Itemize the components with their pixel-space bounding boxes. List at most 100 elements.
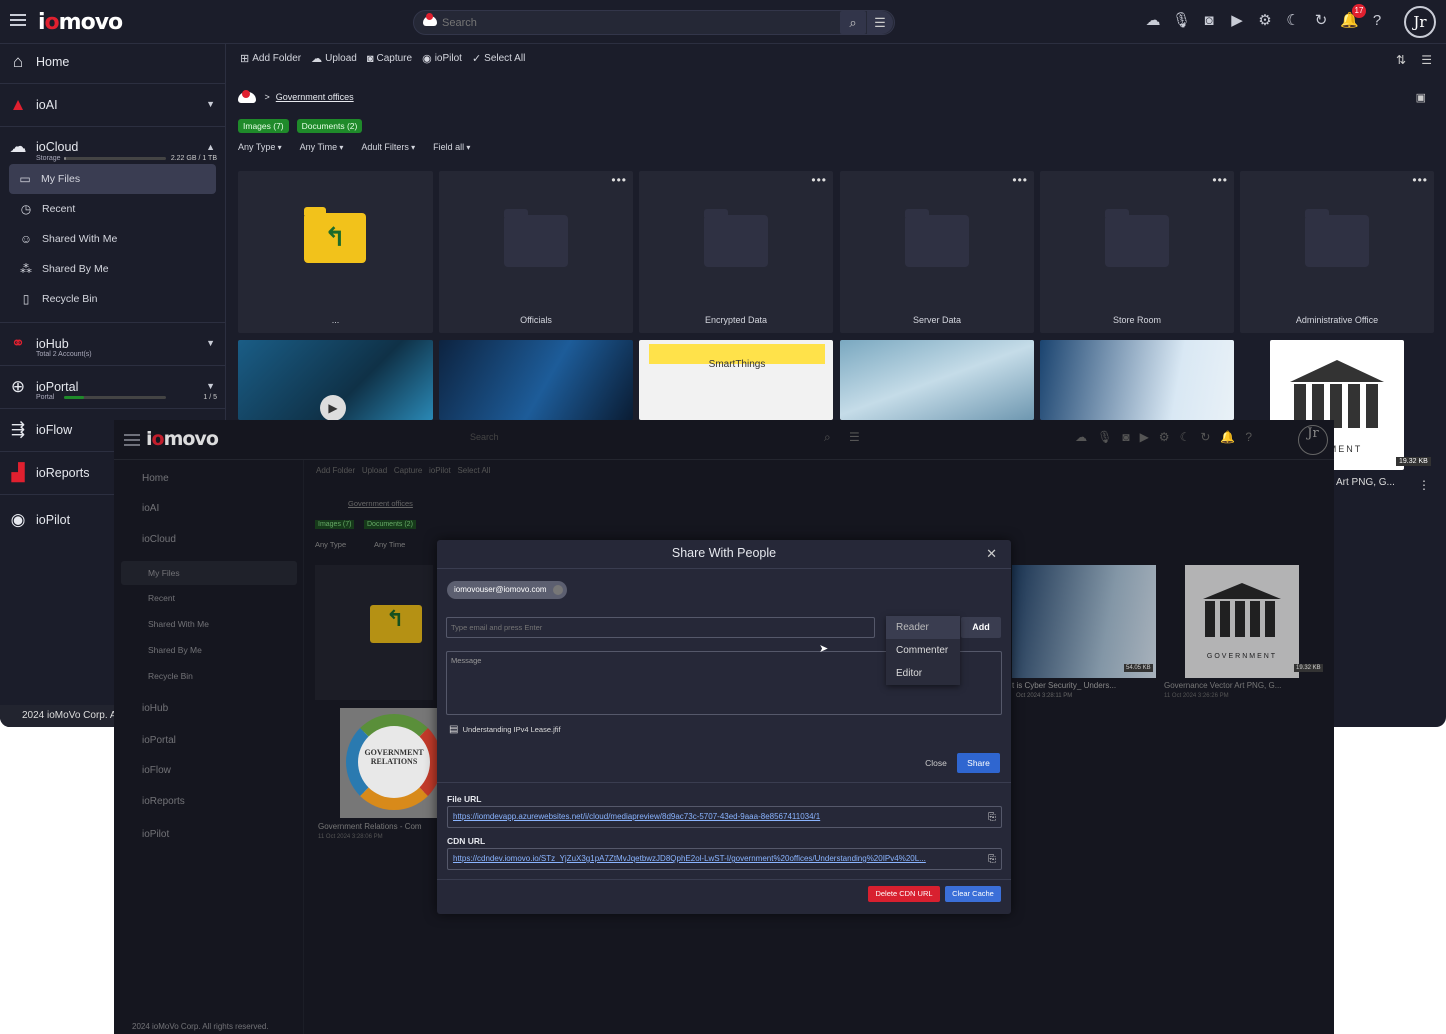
search-input[interactable] (442, 14, 822, 32)
cloud-upload-icon[interactable]: ☁ (1144, 12, 1162, 30)
capture-button[interactable]: ◙ Capture (367, 52, 412, 65)
more-icon[interactable]: ••• (1012, 173, 1028, 187)
copy-icon[interactable]: ⎘ (988, 812, 996, 823)
close-button[interactable]: Close (920, 754, 952, 772)
folder-tile[interactable]: ••• Store Room (1040, 171, 1234, 333)
search-icon[interactable]: ⌕ (824, 430, 831, 445)
menu-icon[interactable] (10, 14, 26, 26)
field-filter[interactable]: Field all (433, 142, 470, 152)
list-view-icon[interactable]: ☰ (1421, 53, 1432, 67)
home-icon: ⌂ (12, 52, 24, 71)
share-button[interactable]: Share (957, 753, 1000, 773)
email-input[interactable] (446, 617, 875, 638)
more-icon[interactable]: ••• (811, 173, 827, 187)
avatar[interactable]: Jr (1298, 425, 1328, 455)
sidebar-item-recycle-bin[interactable]: ▯ Recycle Bin (0, 284, 225, 314)
image-thumbnail[interactable] (439, 340, 633, 420)
cdn-url-field[interactable]: https://cdndev.iomovo.io/STz_YjZuX3g1pA7… (447, 848, 1002, 870)
role-option-reader[interactable]: Reader (886, 616, 960, 639)
cloud-upload-icon: ☁ (311, 53, 323, 65)
camera-icon[interactable]: ◙ (1200, 12, 1218, 30)
sidebar-item-iocloud[interactable]: ☁ ioCloud ▲ Storage 2.22 GB / 1 TB (0, 130, 225, 164)
time-filter[interactable]: Any Time (300, 142, 344, 152)
adult-filter[interactable]: Adult Filters (361, 142, 415, 152)
filter-icon[interactable]: ☰ (849, 430, 860, 444)
more-icon[interactable]: ••• (611, 173, 627, 187)
toolbar: ⊞ Add Folder ☁ Upload ◙ Capture ◉ ioPilot ✓ S… (240, 52, 525, 66)
top-bar: iomovo ⌕ ☰ ☁ 🎙 ◙ ▶ ⚙ ☾ ↻ 🔔17 ? Jr (0, 0, 1446, 44)
folder-tile[interactable]: ••• Administrative Office (1240, 171, 1434, 333)
iocloud-icon[interactable] (238, 90, 256, 104)
select-all-button[interactable]: ✓ Select All (472, 52, 525, 65)
email-chip[interactable]: iomovouser@iomovo.com (447, 581, 567, 599)
more-vertical-icon[interactable]: ⋮ (1418, 478, 1430, 492)
logo[interactable]: iomovo (146, 428, 219, 450)
chevron-up-icon[interactable]: ▲ (206, 142, 215, 152)
logo[interactable]: iomovo (38, 10, 123, 35)
chevron-down-icon[interactable]: ▼ (206, 338, 215, 348)
bell-icon[interactable]: 🔔 17 (1340, 4, 1366, 30)
add-button[interactable]: Add (961, 617, 1001, 638)
sidebar-item-shared-with-me[interactable]: ☺ Shared With Me (0, 224, 225, 254)
folder-tile[interactable]: ••• Officials (439, 171, 633, 333)
role-option-editor[interactable]: Editor (886, 662, 960, 685)
image-thumbnail[interactable]: GOVERNMENT (1185, 565, 1299, 678)
chevron-down-icon[interactable]: ▼ (206, 381, 215, 391)
iopilot-button[interactable]: ◉ ioPilot (422, 52, 462, 65)
role-dropdown[interactable]: Reader Commenter Editor (886, 616, 960, 685)
search-bar[interactable]: ⌕ ☰ (413, 10, 895, 35)
play-icon[interactable]: ▶ (320, 395, 346, 420)
video-icon[interactable]: ▶ (1228, 12, 1246, 30)
folder-tile[interactable]: ••• Encrypted Data (639, 171, 833, 333)
sidebar-item-ioai[interactable]: ▲ ioAI ▼ (0, 87, 225, 123)
folder-tile[interactable]: ••• Server Data (840, 171, 1034, 333)
refresh-icon[interactable]: ↻ (1312, 12, 1330, 30)
upload-button[interactable]: ☁ Upload (311, 52, 357, 65)
video-thumbnail[interactable]: ▶ (238, 340, 433, 420)
remove-chip-icon[interactable] (552, 585, 563, 595)
image-thumbnail[interactable] (1040, 340, 1234, 420)
sidebar-item-ioportal[interactable]: ⊕ ioPortal ▼ Portal 1 / 5 (0, 369, 225, 405)
dialog-title: Share With People (671, 546, 777, 560)
role-option-commenter[interactable]: Commenter (886, 639, 960, 662)
moon-icon[interactable]: ☾ (1284, 12, 1302, 30)
sort-icon[interactable]: ⇅ (1396, 53, 1406, 67)
image-thumbnail[interactable]: GOVERNMENT RELATIONS (340, 708, 448, 818)
add-folder-button[interactable]: ⊞ Add Folder (240, 52, 301, 65)
delete-cdn-button[interactable]: Delete CDN URL (868, 886, 940, 902)
top-icons[interactable]: ☁🎙◙▶⚙☾↻🔔? (1075, 430, 1262, 444)
image-thumbnail[interactable] (1012, 565, 1156, 678)
filter-icon[interactable]: ☰ (867, 11, 893, 34)
folder-icon (905, 209, 969, 267)
documents-chip[interactable]: Documents (2) (296, 119, 363, 133)
chevron-down-icon[interactable]: ▼ (206, 99, 215, 109)
folder-tile-up[interactable]: ↰ (315, 565, 433, 700)
microphone-icon[interactable]: 🎙 (1172, 12, 1191, 30)
clear-cache-button[interactable]: Clear Cache (945, 886, 1001, 902)
image-thumbnail[interactable] (840, 340, 1034, 420)
attached-file: ▤ Understanding IPv4 Lease.jfif (449, 724, 561, 735)
camera-icon: ◙ (366, 52, 374, 65)
menu-icon[interactable] (124, 434, 140, 446)
copy-icon[interactable]: ⎘ (988, 854, 996, 865)
more-icon[interactable]: ••• (1212, 173, 1228, 187)
info-icon[interactable]: ▣ (1416, 91, 1426, 104)
type-filter[interactable]: Any Type (238, 142, 282, 152)
file-url-field[interactable]: https://iomdevapp.azurewebsites.net/i/cl… (447, 806, 1002, 828)
breadcrumb-current[interactable]: Government offices (276, 92, 354, 102)
sidebar-item-home[interactable]: ⌂ Home (0, 44, 225, 80)
search-icon[interactable]: ⌕ (840, 11, 866, 34)
images-chip[interactable]: Images (7) (238, 119, 289, 133)
avatar[interactable]: Jr (1404, 6, 1436, 38)
folder-tile-up[interactable]: ↰ ... (238, 171, 433, 333)
gear-icon[interactable]: ⚙ (1256, 12, 1274, 30)
share-icon: ⁂ (20, 262, 32, 276)
help-icon[interactable]: ? (1368, 12, 1386, 30)
sidebar-item-shared-by-me[interactable]: ⁂ Shared By Me (0, 254, 225, 284)
sidebar-item-recent[interactable]: ◷ Recent (0, 194, 225, 224)
sidebar-item-my-files[interactable]: ▭ My Files (9, 164, 216, 194)
image-thumbnail[interactable]: SmartThings (639, 340, 833, 420)
sidebar-item-iohub[interactable]: ⚭ ioHub ▼ Total 2 Account(s) (0, 326, 225, 362)
more-icon[interactable]: ••• (1412, 173, 1428, 187)
close-icon[interactable]: ✕ (986, 546, 997, 562)
